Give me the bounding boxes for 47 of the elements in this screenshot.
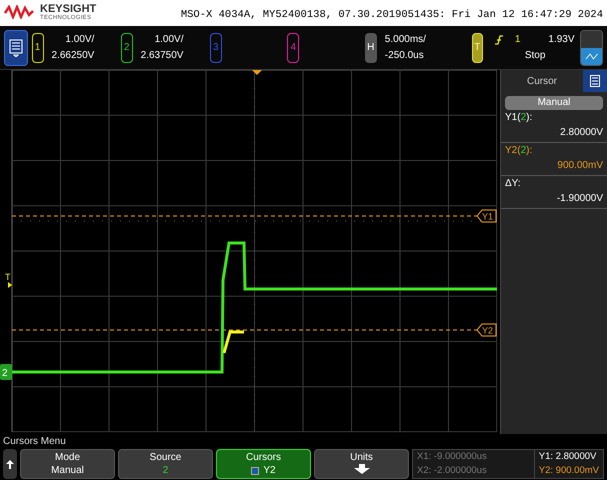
mode-button[interactable]: Manual (505, 96, 603, 110)
readout-value: -1.90000V (556, 192, 603, 206)
time-delay: -250.0us (384, 48, 425, 62)
ground-marker: 2 (0, 364, 12, 380)
trigger-marker: T (5, 272, 10, 282)
panel-title: Cursor (526, 74, 558, 88)
softkey[interactable]: Mode Manual (20, 449, 115, 479)
channel-scale: 1.00V/ (154, 32, 184, 46)
readout-label: Y2(2): (505, 144, 534, 158)
up-arrow-icon (6, 460, 14, 468)
waveform-icon (580, 48, 602, 64)
readout-label: Y1(2): (505, 111, 534, 125)
rising-edge-icon (494, 34, 503, 44)
channel-offset: 2.63750V (140, 48, 184, 62)
back-button[interactable] (3, 449, 17, 479)
channel-button[interactable]: 2 (120, 32, 133, 62)
softkey[interactable]: Cursors Y2 (216, 449, 311, 479)
horizontal-button[interactable]: H (364, 32, 377, 62)
trigger-source: 1 (514, 32, 520, 46)
down-arrow-icon (354, 464, 370, 474)
logo-icon (4, 5, 36, 19)
channel-scale: 1.00V/ (65, 32, 94, 46)
cursor-readout: Y1: 2.80000V (538, 450, 598, 464)
run-status: Stop (524, 48, 546, 62)
cursor-line[interactable]: Y2 (12, 324, 496, 336)
readout-value: 2.80000V (560, 126, 603, 140)
brand-name: KEYSIGHT (40, 4, 96, 14)
cursor-readout: X2: -2.000000us (417, 464, 488, 478)
cursor-readout: X1: -9.000000us (417, 450, 488, 464)
trigger-level: 1.93V (548, 32, 575, 46)
measure-button[interactable] (580, 30, 604, 66)
menu-icon (8, 38, 23, 56)
softkey[interactable]: Units (314, 449, 409, 479)
panel-menu-button[interactable] (583, 70, 607, 92)
channel-offset: 2.66250V (52, 48, 94, 62)
menu-button[interactable] (4, 30, 28, 66)
menu-icon (590, 75, 600, 87)
channel-button[interactable]: 4 (287, 32, 300, 62)
readout-label: ΔY: (505, 177, 522, 191)
readout-value: 900.00mV (557, 159, 603, 173)
channel-button[interactable]: 1 (32, 32, 44, 62)
window-title: MSO-X 4034A, MY52400138, 07.30.2019051435: Fri Jan 12 16:47:29 2024 (180, 8, 603, 24)
time-scale: 5.000ms/ (384, 32, 426, 46)
menu-title: Cursors Menu (2, 435, 67, 449)
softkey[interactable]: Source 2 (118, 449, 213, 479)
cursor-line[interactable]: Y1 (12, 210, 496, 222)
cursor-readout: Y2: 900.00mV (538, 464, 599, 478)
